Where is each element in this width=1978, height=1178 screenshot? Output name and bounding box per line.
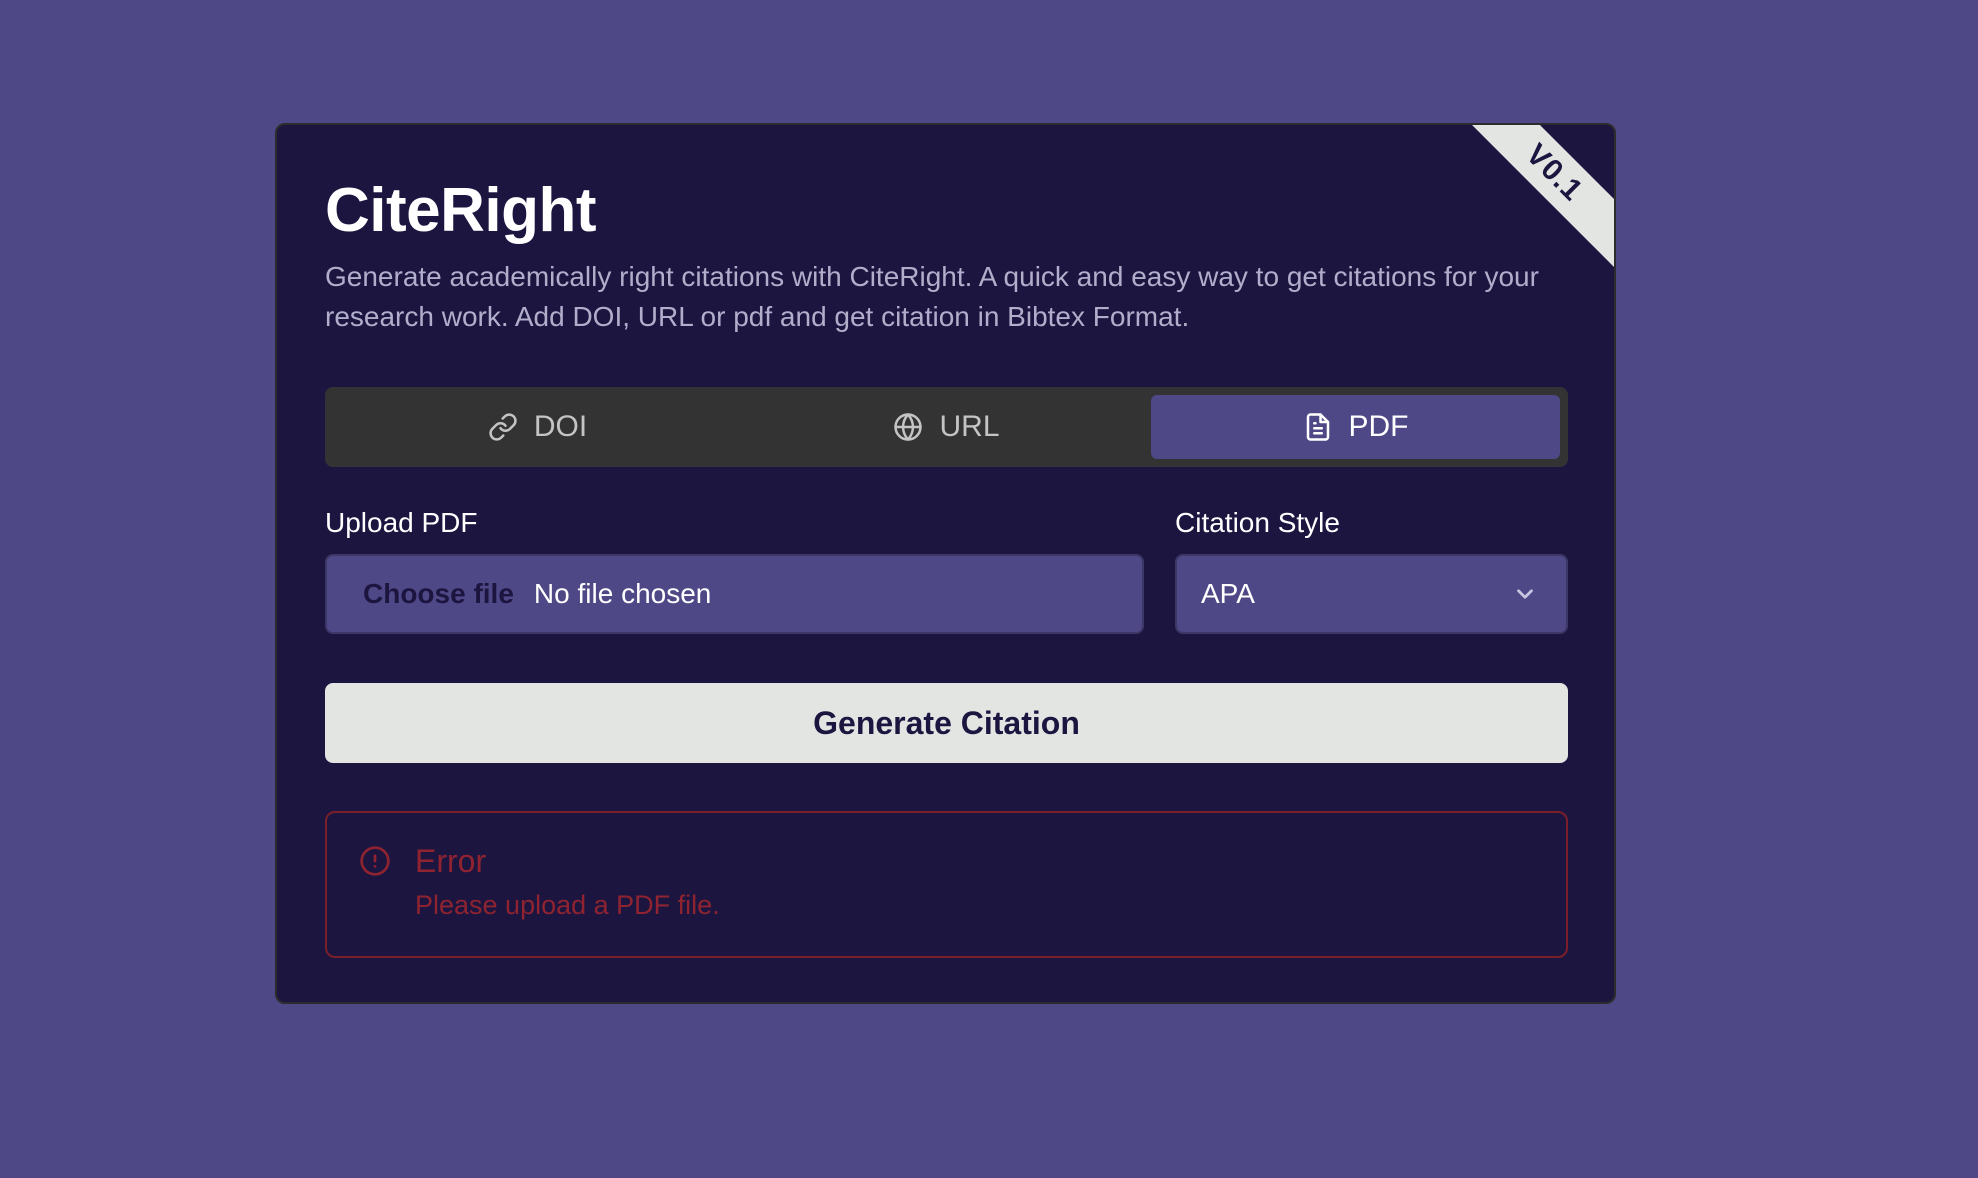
- citeright-card: V0.1 CiteRight Generate academically rig…: [275, 123, 1616, 1004]
- citation-style-value: APA: [1201, 578, 1255, 609]
- citation-style-label: Citation Style: [1175, 507, 1340, 538]
- generate-citation-button[interactable]: Generate Citation: [325, 683, 1568, 763]
- input-type-tabs: DOI URL PDF: [325, 387, 1568, 467]
- tab-url-label: URL: [939, 410, 1000, 443]
- upload-pdf-label: Upload PDF: [325, 507, 478, 538]
- alert-circle-icon: [360, 846, 390, 876]
- pdf-file-input[interactable]: Choose file No file chosen: [325, 554, 1144, 634]
- file-text-icon: [1306, 413, 1329, 441]
- globe-icon: [894, 413, 923, 441]
- tab-pdf-label: PDF: [1348, 410, 1409, 443]
- citation-style-select[interactable]: APA: [1175, 554, 1568, 634]
- tab-url[interactable]: URL: [742, 395, 1151, 459]
- error-alert: Error Please upload a PDF file.: [325, 811, 1568, 958]
- chevron-down-icon: [1517, 589, 1533, 599]
- tab-pdf[interactable]: PDF: [1151, 395, 1560, 459]
- tab-doi[interactable]: DOI: [333, 395, 742, 459]
- app-description: Generate academically right citations wi…: [325, 261, 1539, 332]
- tab-doi-label: DOI: [533, 410, 588, 443]
- error-title: Error: [415, 843, 487, 879]
- link-icon: [489, 413, 517, 441]
- app-title: CiteRight: [325, 176, 597, 245]
- choose-file-button[interactable]: Choose file: [363, 578, 514, 610]
- error-message: Please upload a PDF file.: [415, 890, 720, 920]
- version-label: V0.1: [1519, 137, 1590, 208]
- file-status: No file chosen: [533, 578, 712, 609]
